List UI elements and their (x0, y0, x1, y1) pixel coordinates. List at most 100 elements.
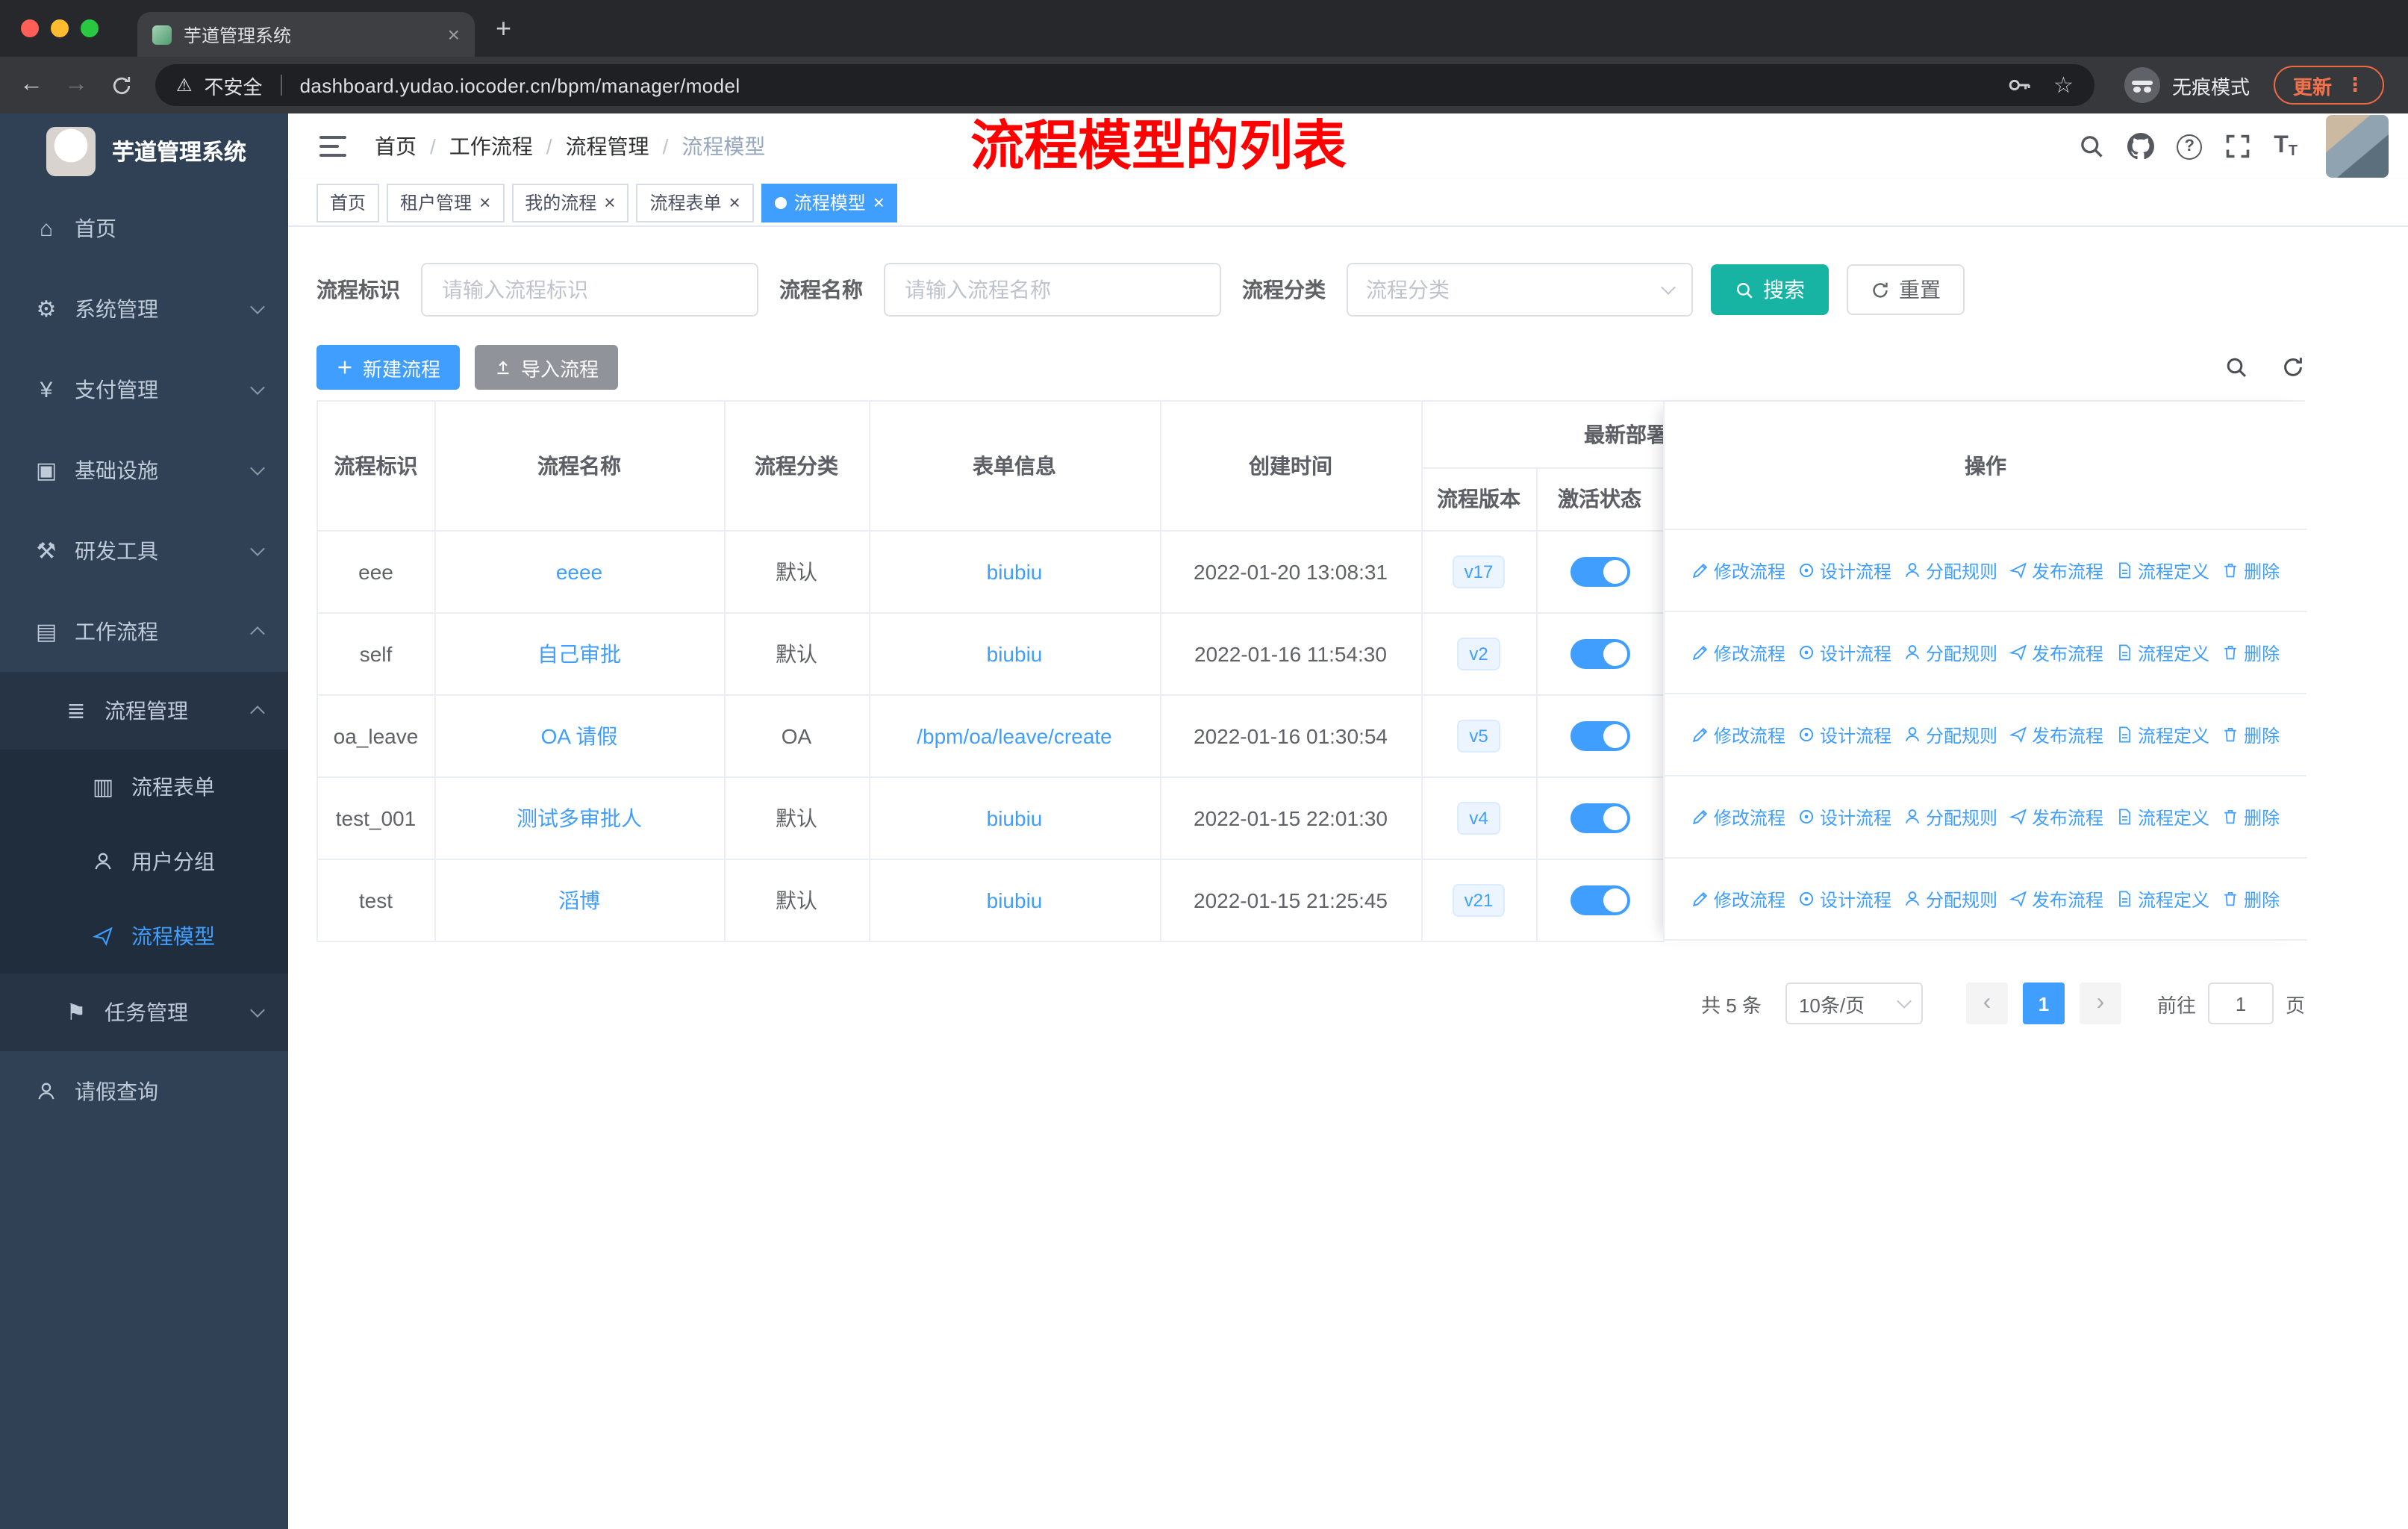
search-icon[interactable] (2078, 133, 2105, 160)
version-badge[interactable]: v5 (1457, 719, 1500, 752)
form-info-link[interactable]: /bpm/oa/leave/create (917, 723, 1112, 747)
breadcrumb-item[interactable]: 流程管理 (566, 131, 649, 161)
create-process-button[interactable]: 新建流程 (316, 345, 461, 390)
publish-process-link[interactable]: 发布流程 (2009, 804, 2103, 829)
status-toggle[interactable] (1570, 720, 1629, 750)
publish-process-link[interactable]: 发布流程 (2009, 640, 2103, 665)
security-label[interactable]: 不安全 (205, 71, 263, 99)
browser-tab[interactable]: 芋道管理系统 × (137, 12, 475, 57)
process-definition-link[interactable]: 流程定义 (2115, 722, 2209, 747)
window-close-button[interactable] (21, 19, 39, 37)
close-icon[interactable]: × (873, 193, 885, 212)
tag-home[interactable]: 首页 (316, 183, 380, 222)
status-toggle[interactable] (1570, 638, 1629, 668)
forward-button[interactable]: → (60, 72, 93, 99)
publish-process-link[interactable]: 发布流程 (2009, 558, 2103, 583)
sidebar-item-system[interactable]: ⚙ 系统管理 (0, 269, 288, 349)
modify-process-link[interactable]: 修改流程 (1691, 722, 1785, 747)
tab-close-icon[interactable]: × (448, 22, 460, 46)
sidebar-item-process-model[interactable]: 流程模型 (0, 899, 288, 974)
window-zoom-button[interactable] (81, 19, 99, 37)
publish-process-link[interactable]: 发布流程 (2009, 886, 2103, 912)
process-name-link[interactable]: 滔博 (558, 888, 600, 912)
breadcrumb-item[interactable]: 工作流程 (449, 131, 533, 161)
modify-process-link[interactable]: 修改流程 (1691, 558, 1785, 583)
modify-process-link[interactable]: 修改流程 (1691, 886, 1785, 912)
status-toggle[interactable] (1570, 803, 1629, 832)
sidebar-item-process-management[interactable]: ≣ 流程管理 (0, 672, 288, 750)
sidebar-item-user-group[interactable]: 用户分组 (0, 824, 288, 899)
delete-link[interactable]: 删除 (2221, 558, 2280, 583)
fullscreen-icon[interactable] (2224, 133, 2251, 160)
reload-button[interactable] (105, 74, 137, 96)
design-process-link[interactable]: 设计流程 (1797, 886, 1891, 912)
search-button[interactable]: 搜索 (1711, 264, 1829, 315)
current-page-button[interactable]: 1 (2022, 983, 2065, 1024)
close-icon[interactable]: × (479, 193, 490, 212)
form-info-link[interactable]: biubiu (987, 806, 1043, 829)
process-category-select[interactable]: 流程分类 (1347, 263, 1693, 317)
new-tab-button[interactable]: + (496, 13, 511, 44)
process-definition-link[interactable]: 流程定义 (2115, 804, 2209, 829)
process-name-link[interactable]: 测试多审批人 (517, 806, 642, 829)
prev-page-button[interactable]: ‹ (1965, 983, 2008, 1024)
process-definition-link[interactable]: 流程定义 (2115, 640, 2209, 665)
status-toggle[interactable] (1570, 885, 1629, 915)
update-button[interactable]: 更新 ⋮ (2273, 66, 2384, 105)
design-process-link[interactable]: 设计流程 (1797, 804, 1891, 829)
close-icon[interactable]: × (729, 193, 740, 212)
assign-rule-link[interactable]: 分配规则 (1903, 558, 1997, 583)
tag-tenant[interactable]: 租户管理 × (387, 183, 505, 222)
sidebar-item-devtools[interactable]: ⚒ 研发工具 (0, 511, 288, 591)
process-definition-link[interactable]: 流程定义 (2115, 558, 2209, 583)
process-name-link[interactable]: 自己审批 (537, 641, 621, 665)
design-process-link[interactable]: 设计流程 (1797, 640, 1891, 665)
close-icon[interactable]: × (604, 193, 615, 212)
page-size-select[interactable]: 10条/页 (1785, 983, 1923, 1024)
process-name-link[interactable]: OA 请假 (541, 723, 618, 747)
version-badge[interactable]: v17 (1452, 555, 1506, 588)
user-avatar[interactable] (2326, 115, 2389, 178)
tag-my-process[interactable]: 我的流程 × (511, 183, 629, 222)
form-info-link[interactable]: biubiu (987, 559, 1043, 583)
delete-link[interactable]: 删除 (2221, 640, 2280, 665)
back-button[interactable]: ← (15, 72, 48, 99)
process-name-input[interactable] (884, 263, 1221, 317)
refresh-table-icon[interactable] (2281, 355, 2305, 387)
tag-process-model[interactable]: 流程模型 × (761, 183, 898, 222)
breadcrumb-item[interactable]: 首页 (375, 131, 417, 161)
process-key-input[interactable] (421, 263, 758, 317)
delete-link[interactable]: 删除 (2221, 804, 2280, 829)
sidebar-item-payment[interactable]: ¥ 支付管理 (0, 349, 288, 430)
sidebar-item-home[interactable]: ⌂ 首页 (0, 188, 288, 269)
help-icon[interactable]: ? (2177, 134, 2203, 159)
security-warning-icon[interactable]: ⚠ (176, 75, 193, 96)
publish-process-link[interactable]: 发布流程 (2009, 722, 2103, 747)
next-page-button[interactable]: › (2079, 983, 2121, 1024)
tag-process-form[interactable]: 流程表单 × (636, 183, 754, 222)
process-definition-link[interactable]: 流程定义 (2115, 886, 2209, 912)
address-bar[interactable]: ⚠ 不安全 dashboard.yudao.iocoder.cn/bpm/man… (155, 64, 2094, 106)
form-info-link[interactable]: biubiu (987, 888, 1043, 912)
form-info-link[interactable]: biubiu (987, 641, 1043, 665)
assign-rule-link[interactable]: 分配规则 (1903, 640, 1997, 665)
sidebar-item-leave-query[interactable]: 请假查询 (0, 1051, 288, 1132)
browser-menu-icon[interactable]: ⋮ (2345, 73, 2365, 97)
delete-link[interactable]: 删除 (2221, 722, 2280, 747)
process-name-link[interactable]: eeee (556, 559, 602, 583)
sidebar-item-process-form[interactable]: ▥ 流程表单 (0, 750, 288, 824)
modify-process-link[interactable]: 修改流程 (1691, 640, 1785, 665)
sidebar-item-task-management[interactable]: ⚑ 任务管理 (0, 974, 288, 1051)
url-text[interactable]: dashboard.yudao.iocoder.cn/bpm/manager/m… (300, 74, 1994, 96)
status-toggle[interactable] (1570, 556, 1629, 586)
import-process-button[interactable]: 导入流程 (475, 345, 619, 390)
window-minimize-button[interactable] (51, 19, 69, 37)
github-icon[interactable] (2127, 133, 2154, 160)
password-key-icon[interactable] (2006, 72, 2033, 99)
version-badge[interactable]: v4 (1457, 801, 1500, 834)
reset-button[interactable]: 重置 (1847, 264, 1965, 315)
assign-rule-link[interactable]: 分配规则 (1903, 722, 1997, 747)
assign-rule-link[interactable]: 分配规则 (1903, 886, 1997, 912)
delete-link[interactable]: 删除 (2221, 886, 2280, 912)
sidebar-item-infrastructure[interactable]: ▣ 基础设施 (0, 430, 288, 511)
